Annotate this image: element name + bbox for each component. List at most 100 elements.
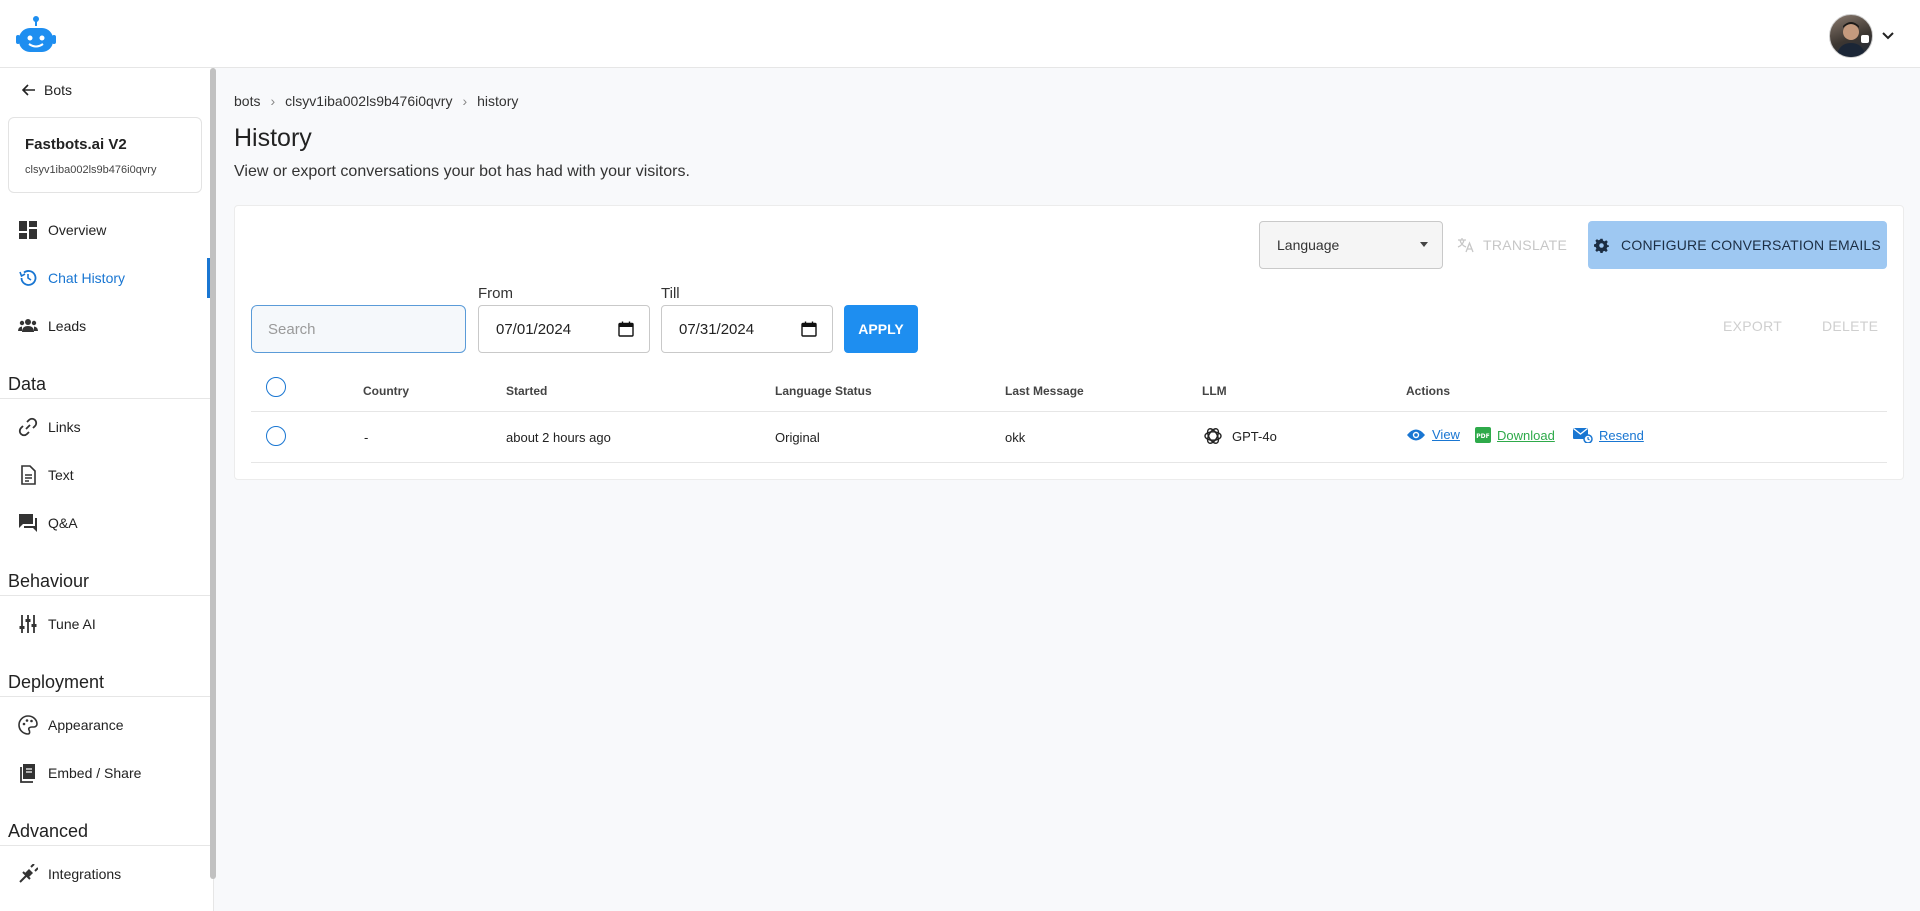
avatar-photo-icon <box>1836 22 1869 57</box>
active-indicator <box>207 258 210 298</box>
translate-label: TRANSLATE <box>1483 237 1568 253</box>
till-date-field[interactable]: 07/31/2024 <box>661 305 833 353</box>
chat-icon <box>19 514 37 532</box>
cell-llm: GPT-4o <box>1202 425 1277 447</box>
svg-text:PDF: PDF <box>1476 433 1489 440</box>
cell-last-message: okk <box>1005 430 1026 445</box>
section-divider <box>0 398 210 399</box>
sidebar-item-label: Embed / Share <box>48 765 142 781</box>
top-bar <box>0 0 1920 68</box>
column-header-started: Started <box>506 384 548 398</box>
link-icon <box>18 417 38 437</box>
section-heading-deployment: Deployment <box>8 672 105 692</box>
breadcrumb-item-history: history <box>477 93 519 109</box>
arrow-left-icon <box>22 84 35 96</box>
bot-name: Fastbots.ai V2 <box>25 136 127 153</box>
section-divider <box>0 845 210 846</box>
sidebar-item-qa[interactable]: Q&A <box>0 503 210 543</box>
sidebar-item-label: Appearance <box>48 717 124 733</box>
page-title: History <box>234 124 312 152</box>
till-date-value: 07/31/2024 <box>679 320 755 338</box>
calendar-icon[interactable] <box>801 321 817 337</box>
back-to-bots-link[interactable]: Bots <box>22 82 72 98</box>
from-date-value: 07/01/2024 <box>496 320 572 338</box>
from-date-field[interactable]: 07/01/2024 <box>478 305 650 353</box>
sidebar-item-text[interactable]: Text <box>0 455 210 495</box>
cell-language-status: Original <box>775 430 820 445</box>
llm-name: GPT-4o <box>1232 428 1277 444</box>
resend-link[interactable]: Resend <box>1573 427 1644 443</box>
gear-icon <box>1594 238 1610 253</box>
cell-country: - <box>364 430 369 445</box>
configure-emails-label: CONFIGURE CONVERSATION EMAILS <box>1621 237 1881 253</box>
tune-icon <box>19 615 37 633</box>
openai-logo-icon <box>1204 428 1222 444</box>
view-label: View <box>1432 427 1460 442</box>
apply-button[interactable]: APPLY <box>844 305 918 353</box>
resend-label: Resend <box>1599 427 1644 443</box>
sidebar-scrollbar[interactable] <box>210 68 216 879</box>
delete-button[interactable]: DELETE <box>1822 318 1878 334</box>
download-link[interactable]: PDF Download <box>1475 427 1555 443</box>
dashboard-icon <box>19 221 37 239</box>
column-header-last-message: Last Message <box>1005 384 1084 398</box>
page-subtitle: View or export conversations your bot ha… <box>234 163 690 180</box>
palette-icon <box>18 715 38 735</box>
bot-logo-icon[interactable] <box>16 14 56 54</box>
column-header-country: Country <box>363 384 409 398</box>
bot-card: Fastbots.ai V2 clsyv1iba002ls9b476i0qvry <box>8 117 202 193</box>
language-select[interactable]: Language <box>1259 221 1443 269</box>
caret-down-icon <box>1420 242 1428 247</box>
sidebar-item-label: Leads <box>48 318 87 334</box>
sidebar-item-label: Overview <box>48 222 107 238</box>
section-divider <box>0 595 210 596</box>
table-row[interactable]: - about 2 hours ago Original okk GPT-4o … <box>251 413 1887 463</box>
resend-email-icon <box>1573 427 1593 443</box>
sidebar-item-leads[interactable]: Leads <box>0 306 210 346</box>
chevron-down-icon[interactable] <box>1878 26 1898 46</box>
back-label: Bots <box>44 82 73 98</box>
till-label: Till <box>661 285 680 302</box>
configure-emails-button[interactable]: CONFIGURE CONVERSATION EMAILS <box>1588 221 1887 269</box>
sidebar-item-integrations[interactable]: Integrations <box>0 854 210 894</box>
breadcrumb-item-bot-id[interactable]: clsyv1iba002ls9b476i0qvry <box>285 93 452 109</box>
sidebar-item-label: Q&A <box>48 515 78 531</box>
table-header: Country Started Language Status Last Mes… <box>251 372 1887 412</box>
chevron-right-icon: › <box>462 93 468 109</box>
sidebar-item-label: Text <box>48 467 74 483</box>
sidebar-item-label: Tune AI <box>48 616 96 632</box>
export-button[interactable]: EXPORT <box>1723 318 1782 334</box>
section-heading-advanced: Advanced <box>8 821 89 841</box>
pdf-icon: PDF <box>1475 427 1491 443</box>
download-label: Download <box>1497 427 1555 443</box>
sidebar-item-label: Chat History <box>48 270 126 286</box>
language-select-value: Language <box>1277 237 1340 253</box>
history-icon <box>19 270 37 286</box>
section-heading-behaviour: Behaviour <box>8 571 90 591</box>
breadcrumb-item-bots[interactable]: bots <box>234 93 260 109</box>
sidebar-item-label: Links <box>48 419 81 435</box>
eye-icon <box>1407 429 1425 440</box>
sidebar-item-embed-share[interactable]: Embed / Share <box>0 753 210 793</box>
sidebar-item-chat-history[interactable]: Chat History <box>0 258 210 298</box>
sidebar-item-appearance[interactable]: Appearance <box>0 705 210 745</box>
document-icon <box>21 465 36 485</box>
embed-icon <box>20 764 35 783</box>
breadcrumb: bots › clsyv1iba002ls9b476i0qvry › histo… <box>234 93 518 109</box>
sidebar-item-overview[interactable]: Overview <box>0 210 210 250</box>
user-avatar[interactable] <box>1829 14 1873 58</box>
plug-icon <box>19 864 38 883</box>
translate-icon <box>1457 238 1474 253</box>
translate-button[interactable]: TRANSLATE <box>1457 221 1567 269</box>
cell-started: about 2 hours ago <box>506 430 611 445</box>
from-label: From <box>478 285 513 302</box>
sidebar-item-links[interactable]: Links <box>0 407 210 447</box>
column-header-actions: Actions <box>1406 384 1451 398</box>
row-checkbox[interactable] <box>266 426 286 446</box>
calendar-icon[interactable] <box>618 321 634 337</box>
sidebar-item-tune-ai[interactable]: Tune AI <box>0 604 210 644</box>
select-all-checkbox[interactable] <box>266 377 286 397</box>
search-input[interactable] <box>251 305 466 353</box>
people-icon <box>18 319 38 332</box>
view-link[interactable]: View <box>1406 427 1460 442</box>
